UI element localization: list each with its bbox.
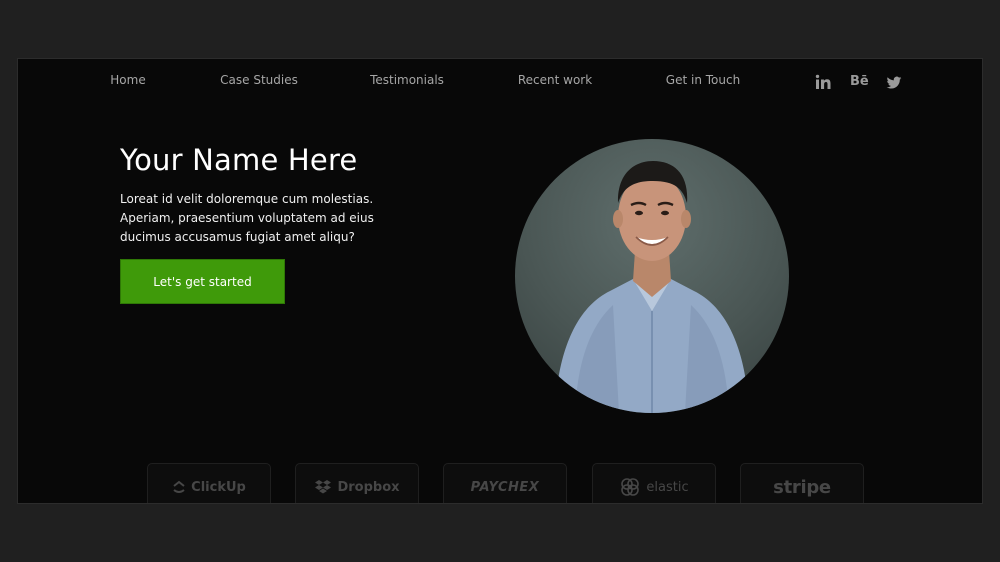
nav-case-studies[interactable]: Case Studies — [220, 73, 298, 87]
logo-dropbox[interactable]: Dropbox — [295, 463, 419, 503]
site-frame: Home Case Studies Testimonials Recent wo… — [17, 58, 983, 504]
logo-clickup[interactable]: ClickUp — [147, 463, 271, 503]
clickup-icon — [172, 480, 186, 494]
logo-paychex-text: PAYCHEX — [470, 479, 540, 495]
dropbox-icon — [314, 479, 332, 495]
behance-icon[interactable]: Bē — [850, 74, 872, 90]
nav-home[interactable]: Home — [110, 73, 145, 87]
logo-elastic[interactable]: elastic — [592, 463, 716, 503]
nav-get-in-touch[interactable]: Get in Touch — [666, 73, 740, 87]
twitter-icon[interactable] — [886, 75, 902, 91]
linkedin-icon[interactable] — [815, 74, 831, 90]
logo-dropbox-text: Dropbox — [337, 479, 400, 495]
person-illustration — [555, 161, 749, 413]
logo-elastic-text: elastic — [646, 479, 689, 495]
get-started-button[interactable]: Let's get started — [120, 259, 285, 304]
logo-clickup-text: ClickUp — [191, 479, 246, 495]
logo-stripe-text: stripe — [773, 476, 831, 498]
hero-description: Loreat id velit doloremque cum molestias… — [120, 192, 374, 244]
logo-paychex[interactable]: PAYCHEX — [443, 463, 567, 503]
profile-photo — [515, 139, 789, 413]
nav-recent-work[interactable]: Recent work — [518, 73, 592, 87]
elastic-icon — [619, 476, 641, 498]
nav-testimonials[interactable]: Testimonials — [370, 73, 444, 87]
hero-title: Your Name Here — [120, 143, 358, 177]
logo-stripe[interactable]: stripe — [740, 463, 864, 503]
top-navigation: Home Case Studies Testimonials Recent wo… — [18, 73, 982, 93]
